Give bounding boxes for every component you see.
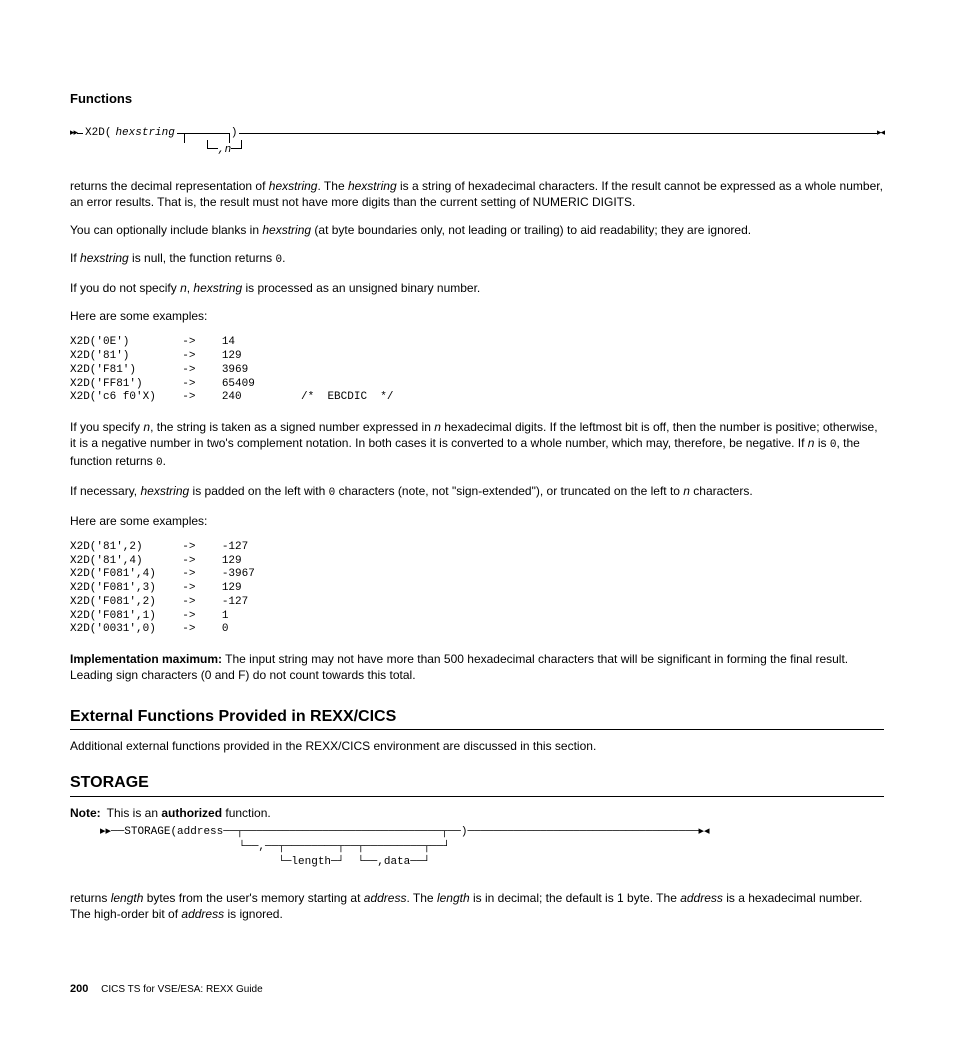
- examples-intro-1: Here are some examples:: [70, 308, 884, 324]
- heading-external-functions: External Functions Provided in REXX/CICS: [70, 706, 884, 731]
- syntax-diagram-storage: ▸▸──STORAGE(address──┬──────────────────…: [100, 825, 884, 870]
- note-label: Note:: [70, 805, 101, 821]
- para-null: If hexstring is null, the function retur…: [70, 250, 884, 268]
- heading-storage: STORAGE: [70, 772, 884, 797]
- page-header: Functions: [70, 90, 884, 108]
- footer-text: CICS TS for VSE/ESA: REXX Guide: [101, 984, 263, 995]
- para-blanks: You can optionally include blanks in hex…: [70, 222, 884, 238]
- note-text: This is an authorized function.: [107, 805, 271, 821]
- example-block-1: X2D('0E') -> 14 X2D('81') -> 129 X2D('F8…: [70, 336, 884, 405]
- syntax-arg: hexstring: [113, 126, 176, 141]
- syntax-func: X2D(: [83, 126, 113, 141]
- para-returns: returns the decimal representation of he…: [70, 178, 884, 210]
- syntax-diagram-x2d: X2D( hexstring ) ,n: [70, 126, 884, 160]
- para-padded: If necessary, hexstring is padded on the…: [70, 483, 884, 501]
- page-footer: 200 CICS TS for VSE/ESA: REXX Guide: [70, 982, 884, 997]
- para-impl-max: Implementation maximum: The input string…: [70, 651, 884, 683]
- examples-intro-2: Here are some examples:: [70, 513, 884, 529]
- note-row: Note: This is an authorized function.: [70, 805, 884, 821]
- para-unsigned: If you do not specify n, hexstring is pr…: [70, 280, 884, 296]
- para-signed: If you specify n, the string is taken as…: [70, 419, 884, 471]
- example-block-2: X2D('81',2) -> -127 X2D('81',4) -> 129 X…: [70, 541, 884, 637]
- syntax-opt: ,n: [218, 144, 231, 156]
- para-external: Additional external functions provided i…: [70, 738, 884, 754]
- para-storage-returns: returns length bytes from the user's mem…: [70, 890, 884, 922]
- page-number: 200: [70, 983, 88, 995]
